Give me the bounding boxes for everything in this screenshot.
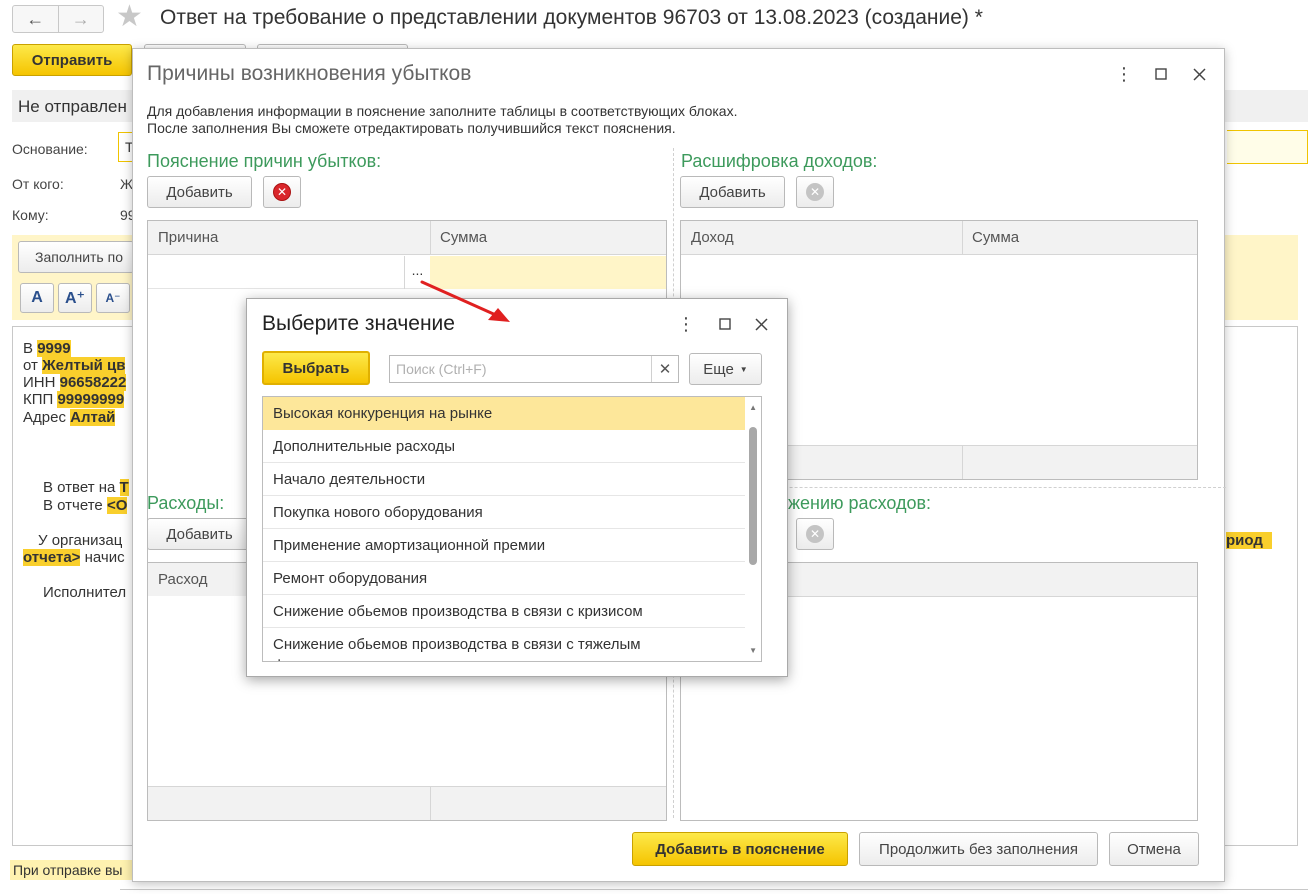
add-reason-button[interactable]: Добавить (147, 176, 252, 208)
continue-without-filling-button[interactable]: Продолжить без заполнения (859, 832, 1098, 866)
status-text: Не отправлен (18, 97, 127, 116)
column-divider (962, 446, 963, 479)
expenses-table-header: Расход (147, 562, 247, 596)
field-label-to: Кому: (12, 207, 49, 223)
list-item[interactable]: Снижение обьемов производства в связи с … (263, 628, 745, 661)
document-text-area-right[interactable] (1225, 326, 1298, 846)
table-footer (148, 786, 666, 820)
delete-income-button[interactable]: ✕ (796, 176, 834, 208)
column-header-income[interactable]: Доход (681, 221, 744, 255)
send-button[interactable]: Отправить (12, 44, 132, 76)
doc-line: Исполнител (43, 584, 127, 601)
doc-line-right: риод (1226, 532, 1272, 549)
values-list[interactable]: Высокая конкуренция на рынке Дополнитель… (262, 396, 762, 662)
field-label-basis: Основание: (12, 141, 88, 157)
nav-group: ← → (12, 5, 104, 33)
doc-line: Адрес Алтай (23, 409, 116, 426)
income-section-title: Расшифровка доходов: (681, 151, 878, 171)
delete-icon: ✕ (806, 525, 824, 543)
doc-line: КПП 99999999 (23, 391, 125, 408)
doc-line: от Желтый цв (23, 357, 126, 374)
list-item[interactable]: Снижение обьемов производства в связи с … (263, 595, 745, 628)
add-to-explanation-button[interactable]: Добавить в пояснение (632, 832, 848, 866)
scroll-thumb[interactable] (749, 427, 757, 565)
list-item[interactable]: Применение амортизационной премии (263, 529, 745, 562)
more-vertical-icon[interactable]: ⋮ (1113, 63, 1135, 85)
column-divider (430, 787, 431, 820)
delete-icon: ✕ (273, 183, 291, 201)
font-normal-button[interactable]: A (20, 283, 54, 313)
basis-field-tail[interactable] (1227, 130, 1308, 164)
reasons-section-title: Пояснение причин убытков: (147, 151, 382, 171)
clear-search-icon[interactable]: ✕ (651, 356, 678, 382)
list-item[interactable]: Дополнительные расходы (263, 430, 745, 463)
add-expense-button[interactable]: Добавить (147, 518, 252, 550)
maximize-icon[interactable] (1150, 63, 1172, 85)
back-arrow-icon[interactable]: ← (13, 6, 58, 32)
annotation-arrow-icon (420, 280, 510, 322)
table-row[interactable]: ... (148, 256, 666, 289)
doc-line: В 9999 (23, 340, 71, 357)
fill-panel-right (1225, 235, 1298, 320)
column-header-sum[interactable]: Сумма (962, 221, 1029, 255)
expenses-section-title: Расходы: (147, 493, 225, 513)
info-line: Для добавления информации в пояснение за… (147, 103, 738, 119)
search-input[interactable] (390, 356, 652, 382)
dialog-title: Причины возникновения убытков (147, 62, 472, 85)
list-item[interactable]: Начало деятельности (263, 463, 745, 496)
font-decrease-button[interactable]: A⁻ (96, 283, 130, 313)
doc-line: отчета> начис (23, 549, 125, 566)
column-header-reason[interactable]: Причина (148, 221, 228, 255)
list-item[interactable]: Покупка нового оборудования (263, 496, 745, 529)
fill-by-button[interactable]: Заполнить по (18, 241, 134, 273)
delete-icon: ✕ (806, 183, 824, 201)
list-item[interactable]: Высокая конкуренция на рынке (263, 397, 745, 430)
reduction-section-title: жению расходов: (788, 493, 932, 513)
doc-line: У организац (38, 532, 123, 549)
scrollbar[interactable]: ▲ ▼ (745, 397, 761, 661)
close-icon[interactable] (750, 313, 772, 335)
column-header-expense[interactable]: Расход (148, 563, 247, 596)
from-value: Ж (120, 176, 133, 192)
doc-line: В ответ на Т (43, 479, 129, 496)
more-button[interactable]: Еще ▼ (689, 353, 762, 385)
table-header: Причина Сумма (148, 221, 666, 255)
chevron-down-icon: ▼ (739, 364, 748, 374)
scroll-down-icon[interactable]: ▼ (749, 646, 757, 655)
font-increase-button[interactable]: A⁺ (58, 283, 92, 313)
close-icon[interactable] (1188, 63, 1210, 85)
list-item[interactable]: Ремонт оборудования (263, 562, 745, 595)
info-text: Для добавления информации в пояснение за… (147, 103, 737, 137)
more-vertical-icon[interactable]: ⋮ (675, 313, 697, 335)
field-label-from: От кого: (12, 176, 64, 192)
column-header-sum[interactable]: Сумма (430, 221, 497, 255)
cancel-button[interactable]: Отмена (1109, 832, 1199, 866)
table-header: Доход Сумма (681, 221, 1197, 255)
maximize-icon[interactable] (714, 313, 736, 335)
delete-reduction-button[interactable]: ✕ (796, 518, 834, 550)
add-income-button[interactable]: Добавить (680, 176, 785, 208)
favorite-star-icon[interactable]: ★ (116, 2, 143, 32)
bottom-note: При отправке вы (10, 860, 138, 880)
document-title: Ответ на требование о представлении доку… (160, 6, 983, 29)
doc-line: ИНН 96658222 (23, 374, 127, 391)
forward-arrow-icon[interactable]: → (57, 6, 104, 32)
more-label: Еще (703, 360, 734, 378)
search-box: ✕ (389, 355, 679, 383)
scroll-up-icon[interactable]: ▲ (749, 403, 757, 412)
select-button[interactable]: Выбрать (262, 351, 370, 385)
doc-line: В отчете <О (43, 497, 128, 514)
info-line: После заполнения Вы сможете отредактиров… (147, 120, 676, 136)
delete-reason-button[interactable]: ✕ (263, 176, 301, 208)
divider (120, 889, 1308, 890)
